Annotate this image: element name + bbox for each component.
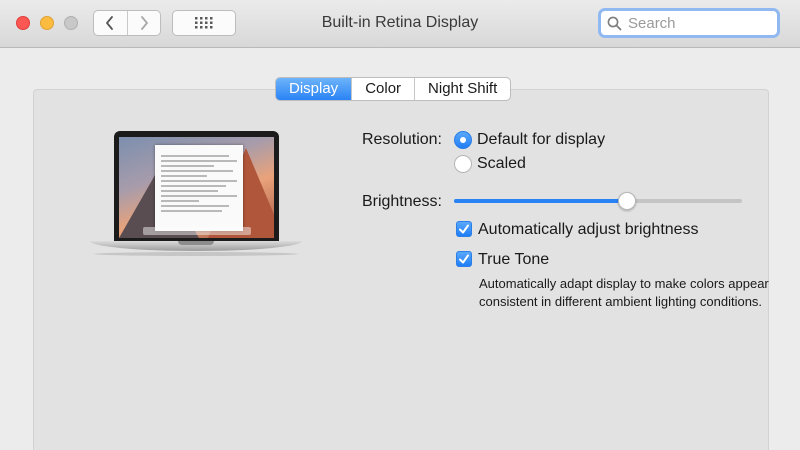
zoom-window-button[interactable] [64,16,78,30]
search-placeholder: Search [628,14,676,32]
resolution-label: Resolution: [361,131,442,148]
checkmark-icon [459,254,469,264]
dock [143,227,251,235]
document-window [155,145,243,231]
chevron-left-icon [106,16,114,30]
resolution-scaled-label[interactable]: Scaled [477,155,526,173]
tab-night-shift[interactable]: Night Shift [414,78,510,100]
minimize-window-button[interactable] [40,16,54,30]
tab-display[interactable]: Display [276,78,352,100]
laptop-screen [119,137,274,238]
macbook-illustration [90,131,302,257]
navigation-buttons [93,10,161,36]
back-button[interactable] [94,11,127,35]
brightness-slider-fill [454,199,627,203]
checkmark-icon [459,224,469,234]
window-title: Built-in Retina Display [321,14,479,31]
grid-icon [195,17,213,29]
resolution-scaled-radio[interactable] [454,155,472,173]
chevron-right-icon [140,16,148,30]
laptop-lid [114,131,279,241]
true-tone-checkbox[interactable] [456,251,472,267]
tab-color[interactable]: Color [351,78,414,100]
search-field[interactable]: Search [598,8,780,38]
resolution-default-radio[interactable] [454,131,472,149]
brightness-label: Brightness: [361,193,442,210]
brightness-slider-track[interactable] [454,199,742,203]
true-tone-description: Automatically adapt display to make colo… [479,276,769,309]
close-window-button[interactable] [16,16,30,30]
tab-bar: Display Color Night Shift [275,77,512,101]
auto-brightness-label[interactable]: Automatically adjust brightness [478,221,699,239]
forward-button[interactable] [126,11,161,35]
true-tone-label[interactable]: True Tone [478,251,549,269]
search-icon [607,16,622,30]
titlebar: Built-in Retina Display Search [0,0,800,48]
resolution-default-label[interactable]: Default for display [477,131,605,149]
show-all-button[interactable] [172,10,236,36]
brightness-slider-knob[interactable] [617,192,636,210]
auto-brightness-checkbox[interactable] [456,221,472,237]
